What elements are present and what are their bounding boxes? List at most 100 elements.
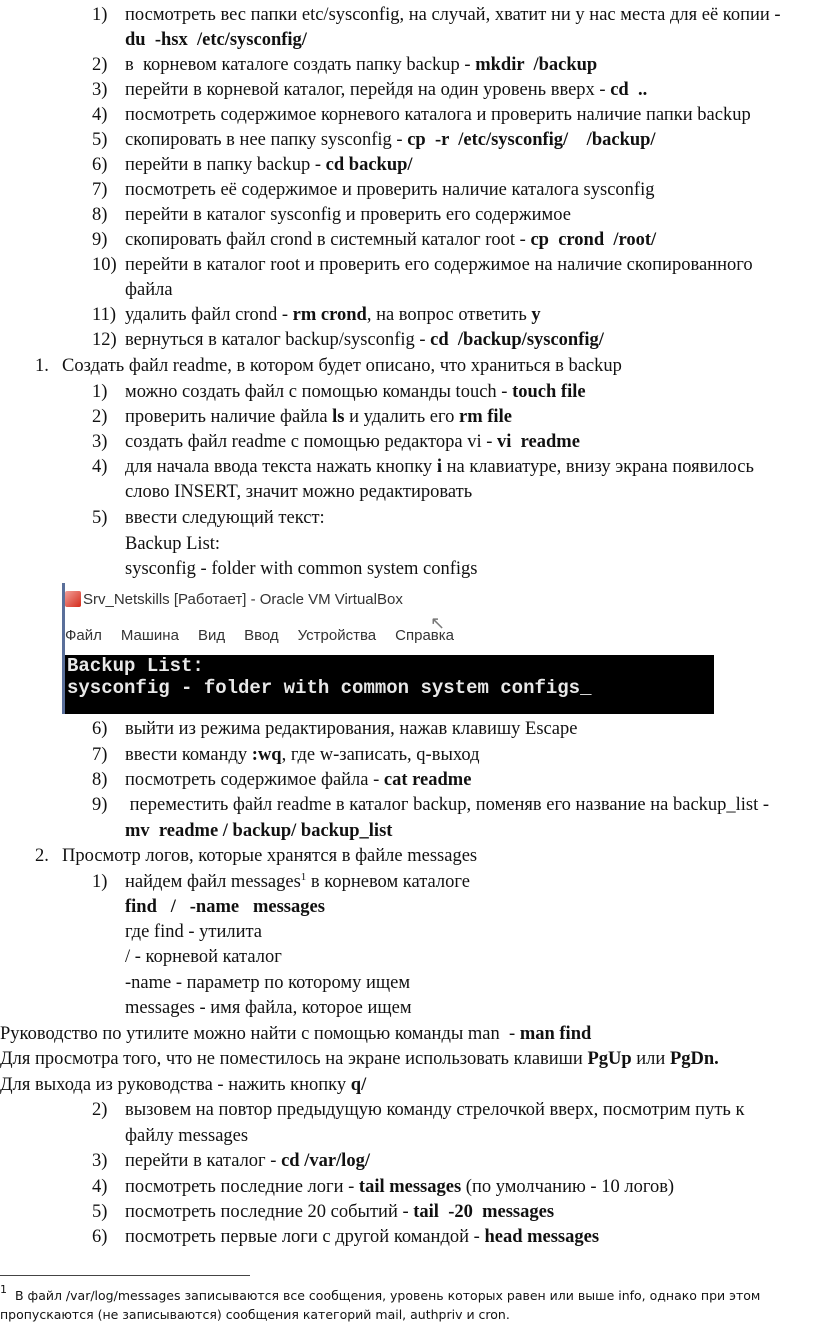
command-text: cp -r /etc/sysconfig/ /backup/ xyxy=(407,130,656,150)
command-text: vi readme xyxy=(497,432,580,452)
text: или xyxy=(631,1049,670,1069)
window-title: Srv_Netskills [Работает] - Oracle VM Vir… xyxy=(83,591,403,608)
list-number: 5) xyxy=(92,130,108,150)
list-number: 9) xyxy=(92,795,108,815)
text-line: вернуться в каталог backup/sysconfig - c… xyxy=(125,329,604,351)
text: можно создать файл с помощью команды tou… xyxy=(125,382,513,402)
list-number: 4) xyxy=(92,457,108,477)
list-number: 5) xyxy=(92,508,108,528)
text-line: du -hsx /etc/sysconfig/ xyxy=(125,29,307,51)
text: -name - параметр по которому ищем xyxy=(125,973,411,993)
list-number: 3) xyxy=(92,1151,108,1171)
text-line: Просмотр логов, которые хранятся в файле… xyxy=(62,845,477,867)
footnote-line: пропускаются (не записываются) сообщения… xyxy=(0,1307,510,1322)
text: найдем файл messages xyxy=(125,872,301,892)
text-line: / - корневой каталог xyxy=(125,946,282,968)
text-line: в корневом каталоге создать папку backup… xyxy=(125,54,597,76)
command-text: PgUp xyxy=(587,1049,632,1069)
text-line: перейти в каталог sysconfig и проверить … xyxy=(125,204,571,226)
command-text: tail messages xyxy=(358,1177,462,1197)
menu-file: Файл xyxy=(65,627,102,644)
text: выйти из режима редактирования, нажав кл… xyxy=(125,719,578,739)
command-text: q/ xyxy=(350,1075,367,1095)
text-line: проверить наличие файла ls и удалить его… xyxy=(125,406,512,428)
list-number: 2) xyxy=(92,407,108,427)
list-number: 1. xyxy=(35,356,49,376)
list-number: 6) xyxy=(92,1227,108,1247)
menu-view: Вид xyxy=(197,627,226,644)
text: Создать файл readme, в котором будет опи… xyxy=(62,356,622,376)
list-number: 8) xyxy=(92,770,108,790)
text: Руководство по утилите можно найти с пом… xyxy=(0,1024,520,1044)
text-line: вызовем на повтор предыдущую команду стр… xyxy=(125,1099,744,1121)
text-line: посмотреть первые логи с другой командой… xyxy=(125,1226,599,1248)
text: посмотреть её содержимое и проверить нал… xyxy=(125,180,655,200)
text: посмотреть содержимое корневого каталога… xyxy=(125,105,751,125)
text-line: перейти в папку backup - cd backup/ xyxy=(125,154,413,176)
command-text: cd /var/log/ xyxy=(281,1151,370,1171)
text: переместить файл readme в каталог backup… xyxy=(125,795,770,815)
text: файла xyxy=(125,280,173,300)
footnote-separator xyxy=(0,1275,250,1276)
text: Для выхода из руководства - нажить кнопк… xyxy=(0,1075,351,1095)
command-text: touch file xyxy=(512,382,586,402)
text: посмотреть последние логи - xyxy=(125,1177,359,1197)
list-number: 7) xyxy=(92,180,108,200)
text-line: ввести следующий текст: xyxy=(125,507,325,529)
list-number: 5) xyxy=(92,1202,108,1222)
virtualbox-screenshot: Srv_Netskills [Работает] - Oracle VM Vir… xyxy=(62,583,714,714)
command-text: rm file xyxy=(459,407,512,427)
menu-machine: Машина xyxy=(120,627,179,644)
command-text: cd .. xyxy=(610,80,648,100)
list-number: 2) xyxy=(92,1100,108,1120)
text: ввести следующий текст: xyxy=(125,508,325,528)
command-text: mkdir /backup xyxy=(475,55,598,75)
text: для начала ввода текста нажать кнопку xyxy=(125,457,437,477)
footnote-mark: 1 xyxy=(0,1283,7,1296)
text: в корневом каталоге создать папку backup… xyxy=(125,55,476,75)
list-number: 6) xyxy=(92,155,108,175)
text: посмотреть вес папки etc/sysconfig, на с… xyxy=(125,5,781,25)
list-number: 12) xyxy=(92,330,117,350)
text-line: файлу messages xyxy=(125,1125,248,1147)
command-text: head messages xyxy=(484,1227,600,1247)
text: на клавиатуре, внизу экрана появилось xyxy=(441,457,754,477)
command-text: cd backup/ xyxy=(325,155,413,175)
text-line: Создать файл readme, в котором будет опи… xyxy=(62,355,622,377)
list-number: 1) xyxy=(92,382,108,402)
text: Просмотр логов, которые хранятся в файле… xyxy=(62,846,478,866)
text-line: посмотреть последние 20 событий - tail -… xyxy=(125,1201,554,1223)
text-line: посмотреть вес папки etc/sysconfig, на с… xyxy=(125,4,781,26)
text: Backup List: xyxy=(125,534,221,554)
text: вернуться в каталог backup/sysconfig - xyxy=(125,330,431,350)
text-line: Для просмотра того, что не поместилось н… xyxy=(0,1048,719,1070)
list-number: 1) xyxy=(92,872,108,892)
text-line: Для выхода из руководства - нажить кнопк… xyxy=(0,1074,366,1096)
text: скопировать в нее папку sysconfig - xyxy=(125,130,408,150)
list-number: 3) xyxy=(92,80,108,100)
list-number: 4) xyxy=(92,105,108,125)
text: и удалить его xyxy=(344,407,460,427)
text: перейти в каталог root и проверить его с… xyxy=(125,255,753,275)
text-line: Backup List: xyxy=(125,533,220,555)
list-number: 7) xyxy=(92,745,108,765)
text-line: где find - утилита xyxy=(125,921,262,943)
text-line: найдем файл messages1 в корневом каталог… xyxy=(125,871,470,893)
menu-devices: Устройства xyxy=(297,627,377,644)
list-number: 3) xyxy=(92,432,108,452)
terminal: Backup List: sysconfig - folder with comm… xyxy=(65,655,714,714)
menu-input: Ввод xyxy=(244,627,279,644)
text-line: ввести команду :wq, где w-записать, q-вы… xyxy=(125,744,480,766)
text: ввести команду xyxy=(125,745,252,765)
text-line: выйти из режима редактирования, нажав кл… xyxy=(125,718,577,740)
text-line: Руководство по утилите можно найти с пом… xyxy=(0,1023,591,1045)
command-text: PgDn. xyxy=(669,1049,719,1069)
command-text: cat readme xyxy=(383,770,472,790)
list-number: 2) xyxy=(92,55,108,75)
text: , на вопрос ответить xyxy=(366,305,532,325)
list-number: 11) xyxy=(92,305,116,325)
text-line: посмотреть её содержимое и проверить нал… xyxy=(125,179,654,201)
text-line: для начала ввода текста нажать кнопку i … xyxy=(125,456,754,478)
list-number: 2. xyxy=(35,846,49,866)
text: удалить файл crond - xyxy=(125,305,293,325)
